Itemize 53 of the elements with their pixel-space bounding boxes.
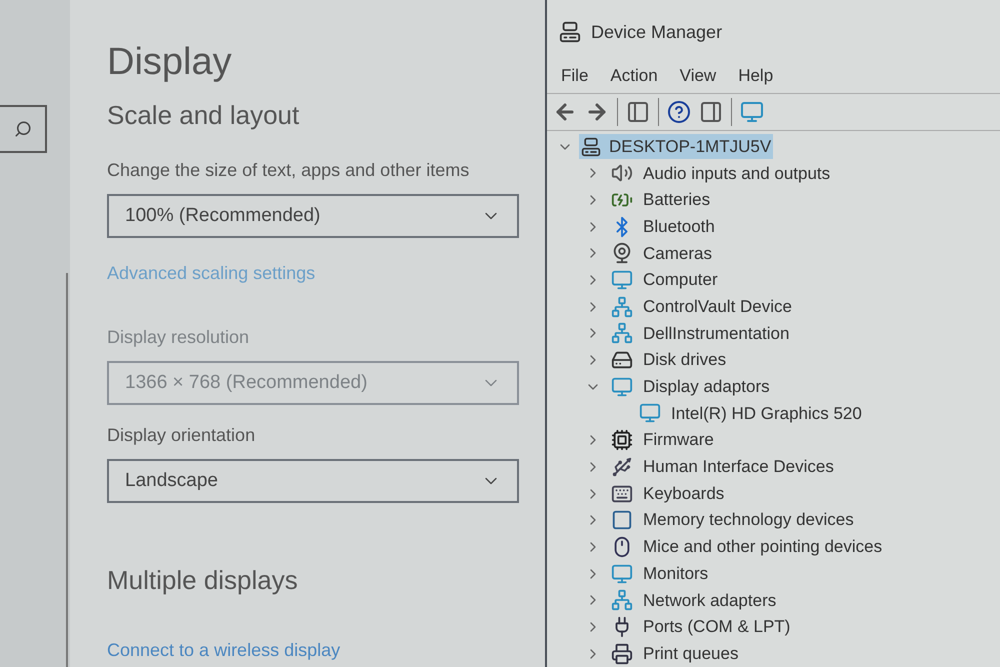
tree-item[interactable]: ControlVault Device	[643, 294, 792, 320]
section-heading: Multiple displays	[107, 564, 299, 597]
computer-icon	[559, 21, 581, 44]
setting-label: Display orientation	[107, 424, 256, 447]
dropdown[interactable]: 100% (Recommended)	[107, 194, 519, 238]
tree-item[interactable]: Batteries	[643, 187, 710, 213]
network-icon	[611, 589, 633, 612]
menu-item[interactable]: View	[680, 63, 716, 89]
panel-icon[interactable]	[626, 100, 650, 124]
tree-item[interactable]: Print queues	[643, 640, 738, 666]
printer-icon	[611, 642, 633, 665]
network-icon	[611, 296, 633, 318]
tree-item[interactable]: Network adapters	[643, 588, 776, 614]
tree-item[interactable]: Intel(R) HD Graphics 520	[671, 400, 862, 426]
dropdown[interactable]: Landscape	[107, 459, 519, 503]
tree-item[interactable]: Disk drives	[643, 347, 726, 373]
menu-item[interactable]: Action	[610, 63, 658, 89]
window-title: Device Manager	[591, 20, 722, 44]
network-icon	[611, 322, 633, 344]
computer-icon	[581, 136, 601, 157]
webcam-icon	[611, 242, 633, 264]
menu-item[interactable]: File	[561, 63, 588, 89]
tree-item[interactable]: Bluetooth	[643, 214, 715, 240]
monitor-icon	[639, 402, 661, 424]
tree-item[interactable]: Memory technology devices	[643, 507, 854, 533]
tree-item[interactable]: Monitors	[643, 560, 708, 586]
monitor-icon[interactable]	[740, 100, 764, 124]
connector-icon	[611, 456, 633, 478]
tree-item[interactable]: Audio inputs and outputs	[643, 160, 830, 186]
chip-icon	[611, 429, 633, 452]
section-heading: Scale and layout	[107, 99, 300, 132]
monitor-icon	[611, 562, 633, 585]
help-icon[interactable]	[667, 100, 691, 124]
monitor-icon	[611, 376, 633, 398]
drive-icon	[611, 349, 633, 372]
tree-item[interactable]: DellInstrumentation	[643, 320, 790, 346]
setting-label: Display resolution	[107, 326, 250, 349]
search-field[interactable]	[0, 105, 47, 153]
monitor-icon	[611, 269, 633, 292]
panel-icon[interactable]	[699, 100, 723, 124]
tree-item[interactable]: Cameras	[643, 240, 712, 266]
tree-item[interactable]: Firmware	[643, 427, 714, 453]
tree-item[interactable]: Keyboards	[643, 480, 724, 506]
tree-item[interactable]: Mice and other pointing devices	[643, 534, 882, 560]
tree-item[interactable]: DESKTOP-1MTJU5V	[579, 134, 774, 160]
menu-item[interactable]: Help	[738, 63, 774, 89]
page-title: Display	[107, 40, 233, 85]
search-icon	[14, 120, 32, 138]
tree-item[interactable]: Display adaptors	[643, 374, 770, 400]
tree-item[interactable]: Ports (COM & LPT)	[643, 614, 790, 640]
tree-item[interactable]: Human Interface Devices	[643, 454, 834, 480]
tree-item[interactable]: Computer	[643, 267, 718, 293]
setting-label: Change the size of text, apps and other items	[107, 159, 470, 182]
